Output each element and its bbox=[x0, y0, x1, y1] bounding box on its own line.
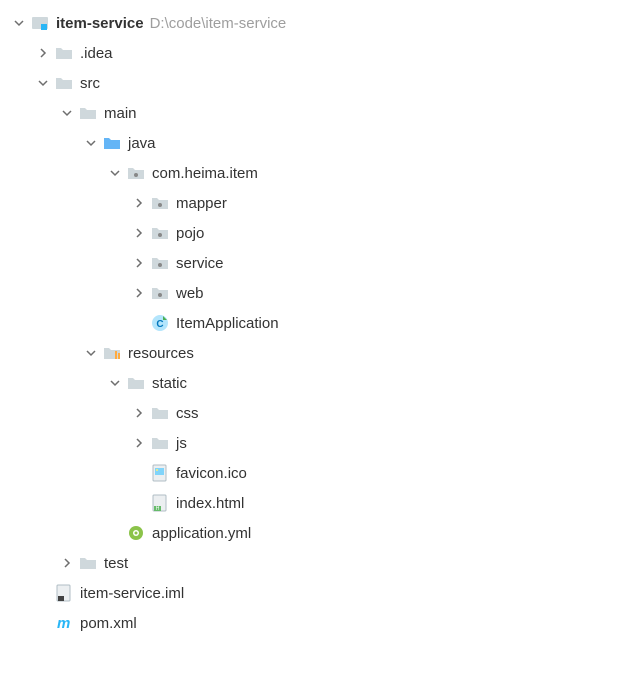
tree-row[interactable]: js bbox=[8, 428, 610, 458]
chevron-down-icon[interactable] bbox=[80, 348, 102, 358]
package-icon bbox=[150, 223, 170, 243]
node-label: mapper bbox=[176, 195, 227, 212]
chevron-down-icon[interactable] bbox=[56, 108, 78, 118]
node-label: static bbox=[152, 375, 187, 392]
node-label: pojo bbox=[176, 225, 204, 242]
node-label: src bbox=[80, 75, 100, 92]
node-label: resources bbox=[128, 345, 194, 362]
package-icon bbox=[150, 193, 170, 213]
folder-icon bbox=[54, 43, 74, 63]
iml-file-icon bbox=[54, 583, 74, 603]
chevron-right-icon[interactable] bbox=[128, 288, 150, 298]
node-label: index.html bbox=[176, 495, 244, 512]
package-icon bbox=[126, 163, 146, 183]
chevron-right-icon[interactable] bbox=[128, 438, 150, 448]
tree-row[interactable]: application.yml bbox=[8, 518, 610, 548]
folder-icon bbox=[54, 73, 74, 93]
node-label: application.yml bbox=[152, 525, 251, 542]
chevron-right-icon[interactable] bbox=[128, 408, 150, 418]
chevron-right-icon[interactable] bbox=[32, 48, 54, 58]
chevron-right-icon[interactable] bbox=[56, 558, 78, 568]
tree-row[interactable]: web bbox=[8, 278, 610, 308]
spring-class-icon: C bbox=[150, 313, 170, 333]
chevron-down-icon[interactable] bbox=[104, 168, 126, 178]
tree-row[interactable]: C ItemApplication bbox=[8, 308, 610, 338]
svg-text:m: m bbox=[57, 615, 70, 632]
tree-row[interactable]: resources bbox=[8, 338, 610, 368]
chevron-right-icon[interactable] bbox=[128, 258, 150, 268]
spring-config-icon bbox=[126, 523, 146, 543]
root-path: D:\code\item-service bbox=[150, 15, 287, 32]
node-label: com.heima.item bbox=[152, 165, 258, 182]
chevron-down-icon[interactable] bbox=[32, 78, 54, 88]
node-label: web bbox=[176, 285, 204, 302]
package-icon bbox=[150, 283, 170, 303]
project-tree: item-service D:\code\item-service .idea … bbox=[8, 8, 610, 638]
tree-row[interactable]: java bbox=[8, 128, 610, 158]
tree-row[interactable]: .idea bbox=[8, 38, 610, 68]
tree-row[interactable]: test bbox=[8, 548, 610, 578]
root-name: item-service bbox=[56, 15, 144, 32]
source-folder-icon bbox=[102, 133, 122, 153]
node-label: ItemApplication bbox=[176, 315, 279, 332]
tree-row-root[interactable]: item-service D:\code\item-service bbox=[8, 8, 610, 38]
tree-row[interactable]: pojo bbox=[8, 218, 610, 248]
folder-icon bbox=[150, 403, 170, 423]
node-label: favicon.ico bbox=[176, 465, 247, 482]
chevron-right-icon[interactable] bbox=[128, 198, 150, 208]
tree-row[interactable]: favicon.ico bbox=[8, 458, 610, 488]
tree-row[interactable]: src bbox=[8, 68, 610, 98]
chevron-right-icon[interactable] bbox=[128, 228, 150, 238]
svg-text:H: H bbox=[156, 506, 160, 512]
svg-text:C: C bbox=[156, 319, 163, 330]
node-label: item-service.iml bbox=[80, 585, 184, 602]
node-label: css bbox=[176, 405, 199, 422]
node-label: pom.xml bbox=[80, 615, 137, 632]
tree-row[interactable]: static bbox=[8, 368, 610, 398]
html-file-icon: H bbox=[150, 493, 170, 513]
tree-row[interactable]: H index.html bbox=[8, 488, 610, 518]
tree-row[interactable]: service bbox=[8, 248, 610, 278]
resources-folder-icon bbox=[102, 343, 122, 363]
folder-icon bbox=[78, 103, 98, 123]
maven-file-icon: m bbox=[54, 613, 74, 633]
tree-row[interactable]: mapper bbox=[8, 188, 610, 218]
node-label: java bbox=[128, 135, 156, 152]
node-label: service bbox=[176, 255, 224, 272]
tree-row[interactable]: m pom.xml bbox=[8, 608, 610, 638]
tree-row[interactable]: main bbox=[8, 98, 610, 128]
tree-row[interactable]: com.heima.item bbox=[8, 158, 610, 188]
tree-row[interactable]: item-service.iml bbox=[8, 578, 610, 608]
folder-icon bbox=[150, 433, 170, 453]
folder-icon bbox=[126, 373, 146, 393]
node-label: main bbox=[104, 105, 137, 122]
node-label: test bbox=[104, 555, 128, 572]
chevron-down-icon[interactable] bbox=[104, 378, 126, 388]
module-icon bbox=[30, 13, 50, 33]
image-file-icon bbox=[150, 463, 170, 483]
folder-icon bbox=[78, 553, 98, 573]
node-label: .idea bbox=[80, 45, 113, 62]
package-icon bbox=[150, 253, 170, 273]
tree-row[interactable]: css bbox=[8, 398, 610, 428]
node-label: js bbox=[176, 435, 187, 452]
chevron-down-icon[interactable] bbox=[80, 138, 102, 148]
chevron-down-icon[interactable] bbox=[8, 18, 30, 28]
